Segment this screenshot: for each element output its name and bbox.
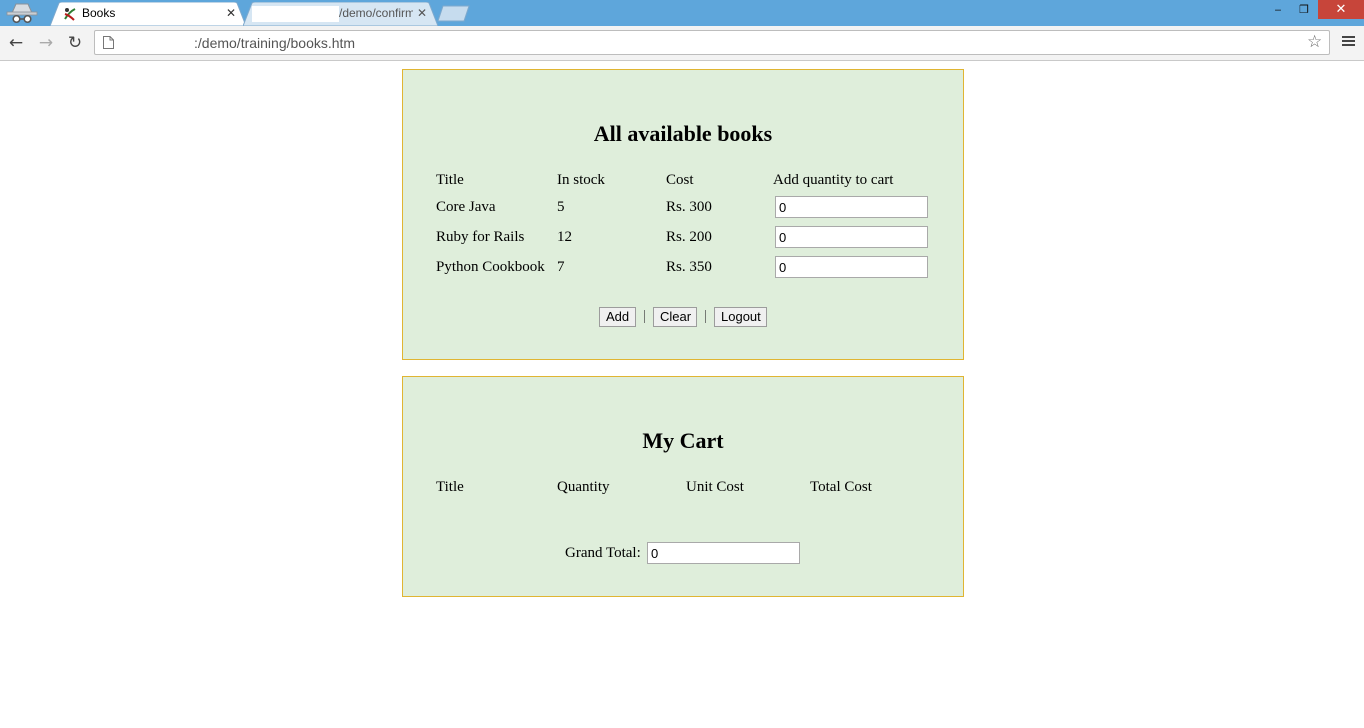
add-button[interactable]: Add [599, 307, 636, 327]
tab-books[interactable]: Books ✕ [50, 2, 246, 26]
book-title: Ruby for Rails [436, 229, 525, 245]
book-cost: Rs. 200 [666, 229, 712, 245]
cart-column-total-cost: Total Cost [810, 479, 872, 495]
column-header-stock: In stock [557, 172, 605, 188]
quantity-input-core-java[interactable] [775, 196, 928, 218]
separator: | [643, 308, 647, 324]
incognito-icon [6, 3, 38, 24]
cart-column-title: Title [436, 479, 464, 495]
column-header-cost: Cost [666, 172, 694, 188]
books-favicon-icon [64, 8, 76, 21]
cart-column-unit-cost: Unit Cost [686, 479, 744, 495]
book-stock: 12 [557, 229, 572, 245]
browser-toolbar: ← → ↻ :/demo/training/books.htm ☆ [0, 26, 1364, 61]
column-header-quantity: Add quantity to cart [773, 172, 894, 188]
book-stock: 7 [557, 259, 565, 275]
column-header-title: Title [436, 172, 464, 188]
logout-button[interactable]: Logout [714, 307, 767, 327]
books-panel: All available books Title In stock Cost … [402, 69, 964, 360]
cart-heading: My Cart [642, 428, 724, 453]
menu-icon[interactable] [1340, 34, 1358, 52]
cart-column-quantity: Quantity [557, 479, 610, 495]
new-tab-button[interactable] [436, 5, 472, 22]
back-arrow-icon[interactable]: ← [5, 32, 27, 54]
tab-close-icon[interactable]: ✕ [224, 5, 238, 21]
book-cost: Rs. 350 [666, 259, 712, 275]
quantity-input-ruby-for-rails[interactable] [775, 226, 928, 248]
reload-icon[interactable]: ↻ [64, 32, 86, 54]
tab-title: /demo/confirm [339, 6, 413, 20]
page-icon [103, 36, 114, 49]
url-text: :/demo/training/books.htm [194, 35, 356, 51]
address-bar[interactable]: :/demo/training/books.htm ☆ [94, 30, 1330, 55]
cart-panel: My Cart Title Quantity Unit Cost Total C… [402, 376, 964, 597]
tab-confirm[interactable]: /demo/confirm ✕ [243, 2, 438, 26]
grand-total-field[interactable] [647, 542, 800, 564]
forward-arrow-icon[interactable]: → [35, 32, 57, 54]
tab-title: Books [82, 6, 116, 20]
quantity-input-python-cookbook[interactable] [775, 256, 928, 278]
clear-button[interactable]: Clear [653, 307, 697, 327]
book-title: Python Cookbook [436, 259, 545, 275]
minimize-button[interactable]: ‒ [1266, 0, 1290, 20]
separator: | [704, 308, 708, 324]
tab-close-icon[interactable]: ✕ [415, 5, 429, 21]
book-stock: 5 [557, 199, 565, 215]
browser-titlebar: Books ✕ /demo/confirm ✕ ‒ ❐ ✕ [0, 0, 1364, 26]
grand-total-label: Grand Total: [565, 545, 641, 561]
books-heading: All available books [593, 121, 773, 146]
restore-button[interactable]: ❐ [1292, 0, 1316, 20]
tab-shape [50, 2, 246, 26]
close-window-button[interactable]: ✕ [1318, 0, 1364, 19]
bookmark-star-icon[interactable]: ☆ [1307, 33, 1322, 52]
book-cost: Rs. 300 [666, 199, 712, 215]
book-title: Core Java [436, 199, 496, 215]
redacted-favicon [252, 6, 339, 22]
